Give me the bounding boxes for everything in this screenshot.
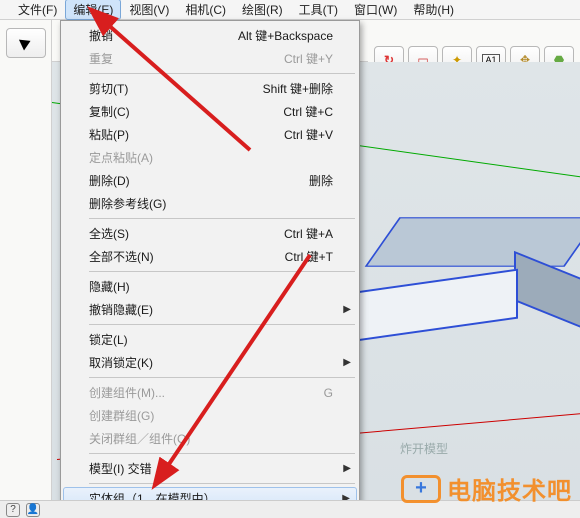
menu-help[interactable]: 帮助(H) [405,0,462,20]
mi-label: 定点粘贴(A) [89,149,153,166]
mi-label: 复制(C) [89,103,130,120]
mi-label: 删除参考线(G) [89,195,166,212]
menu-draw[interactable]: 绘图(R) [234,0,291,20]
menu-separator [89,324,355,325]
cursor-icon [18,35,32,50]
mi-label: 剪切(T) [89,80,128,97]
mi-label: 全选(S) [89,225,129,242]
left-tool-palette [0,20,52,500]
mi-label: 重复 [89,50,113,67]
mi-label: 关闭群组／组件(O) [89,430,190,447]
mi-make-component: 创建组件(M)... G [63,381,357,404]
mi-undo[interactable]: 撤销 Alt 键+Backspace [63,24,357,47]
mi-unhide[interactable]: 撤销隐藏(E) ▶ [63,298,357,321]
mi-close-group: 关闭群组／组件(O) [63,427,357,450]
mi-shortcut: G [324,386,333,400]
mi-label: 粘贴(P) [89,126,129,143]
mi-label: 隐藏(H) [89,278,130,295]
mi-shortcut: Ctrl 键+C [283,103,333,120]
mi-lock[interactable]: 锁定(L) [63,328,357,351]
status-bar: ? 👤 [0,500,580,518]
menu-separator [89,453,355,454]
edit-menu-dropdown: 撤销 Alt 键+Backspace 重复 Ctrl 键+Y 剪切(T) Shi… [60,20,360,514]
menu-edit[interactable]: 编辑(E) [65,0,121,20]
mi-unlock[interactable]: 取消锁定(K) ▶ [63,351,357,374]
mi-label: 创建组件(M)... [89,384,165,401]
submenu-arrow-icon: ▶ [343,463,351,474]
mi-shortcut: 删除 [309,172,333,189]
mi-delete[interactable]: 删除(D) 删除 [63,169,357,192]
select-tool-button[interactable] [6,28,46,58]
mi-label: 撤销 [89,27,113,44]
mi-label: 删除(D) [89,172,130,189]
mi-paste[interactable]: 粘贴(P) Ctrl 键+V [63,123,357,146]
mi-select-none[interactable]: 全部不选(N) Ctrl 键+T [63,245,357,268]
mi-select-all[interactable]: 全选(S) Ctrl 键+A [63,222,357,245]
mi-redo: 重复 Ctrl 键+Y [63,47,357,70]
mi-label: 取消锁定(K) [89,354,153,371]
mi-label: 撤销隐藏(E) [89,301,153,318]
mi-hide[interactable]: 隐藏(H) [63,275,357,298]
menu-separator [89,271,355,272]
menu-tools[interactable]: 工具(T) [291,0,346,20]
mi-make-group: 创建群组(G) [63,404,357,427]
mi-shortcut: Ctrl 键+Y [284,50,333,67]
mi-shortcut: Ctrl 键+V [284,126,333,143]
mi-label: 模型(I) 交错 [89,460,152,477]
faded-label-explode: 炸开模型 [400,440,448,457]
box-face-top [365,217,580,267]
mi-shortcut: Ctrl 键+T [285,248,333,265]
mi-copy[interactable]: 复制(C) Ctrl 键+C [63,100,357,123]
menu-separator [89,73,355,74]
box-face-side [514,251,580,333]
mi-intersect[interactable]: 模型(I) 交错 ▶ [63,457,357,480]
submenu-arrow-icon: ▶ [343,304,351,315]
mi-delete-guides[interactable]: 删除参考线(G) [63,192,357,215]
menu-file[interactable]: 文件(F) [10,0,65,20]
menu-view[interactable]: 视图(V) [121,0,177,20]
mi-shortcut: Shift 键+删除 [263,80,333,97]
menu-window[interactable]: 窗口(W) [346,0,405,20]
menubar: 文件(F) 编辑(E) 视图(V) 相机(C) 绘图(R) 工具(T) 窗口(W… [0,0,580,20]
mi-paste-in-place: 定点粘贴(A) [63,146,357,169]
mi-label: 全部不选(N) [89,248,154,265]
mi-label: 锁定(L) [89,331,128,348]
status-help-icon[interactable]: ? [6,503,20,517]
mi-shortcut: Alt 键+Backspace [238,27,333,44]
submenu-arrow-icon: ▶ [343,357,351,368]
menu-separator [89,218,355,219]
menu-camera[interactable]: 相机(C) [177,0,234,20]
selected-entity-box[interactable] [342,212,580,372]
status-user-icon[interactable]: 👤 [26,503,40,517]
mi-label: 创建群组(G) [89,407,154,424]
menu-separator [89,483,355,484]
mi-cut[interactable]: 剪切(T) Shift 键+删除 [63,77,357,100]
menu-separator [89,377,355,378]
mi-shortcut: Ctrl 键+A [284,225,333,242]
